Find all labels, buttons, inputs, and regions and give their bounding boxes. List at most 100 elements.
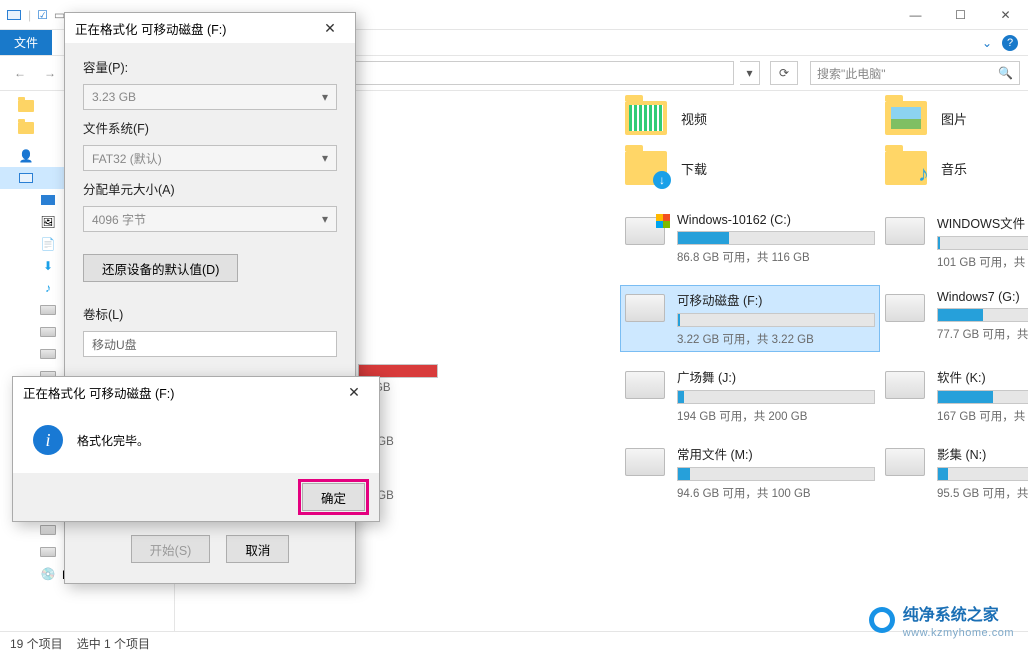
drive-name: Windows7 (G:)	[937, 290, 1028, 304]
filesystem-combo[interactable]: FAT32 (默认)	[83, 145, 337, 171]
capacity-text: 3.22 GB 可用，共 3.22 GB	[677, 331, 875, 347]
ribbon-collapse-icon[interactable]: ⌄	[982, 36, 992, 50]
capacity-bar	[937, 236, 1028, 250]
capacity-text: 167 GB 可用，共 230 GB	[937, 408, 1028, 424]
drive-name: 影集 (N:)	[937, 444, 1028, 463]
dialog-title: 正在格式化 可移动磁盘 (F:)	[23, 383, 174, 402]
pc-icon	[18, 170, 34, 186]
search-icon: 🔍	[998, 66, 1013, 80]
cancel-button[interactable]: 取消	[226, 535, 289, 563]
filesystem-label: 文件系统(F)	[83, 118, 337, 137]
allocation-label: 分配单元大小(A)	[83, 179, 337, 198]
ok-button[interactable]: 确定	[302, 483, 365, 511]
folder-label: 音乐	[941, 159, 967, 178]
folder-label: 视频	[681, 109, 707, 128]
dialog-message: 格式化完毕。	[77, 432, 149, 449]
volume-label-label: 卷标(L)	[83, 304, 337, 323]
drive-icon	[885, 217, 925, 245]
close-icon[interactable]: ✕	[339, 384, 369, 401]
drive-icon	[625, 448, 665, 476]
capacity-bar	[677, 467, 875, 481]
drive-name: Windows-10162 (C:)	[677, 213, 875, 227]
folder-pictures[interactable]: 图片	[885, 101, 1028, 135]
window-controls: — ☐ ✕	[893, 0, 1028, 30]
capacity-bar	[937, 308, 1028, 322]
volume-label-input[interactable]: 移动U盘	[83, 331, 337, 357]
capacity-text: 86.8 GB 可用，共 116 GB	[677, 249, 875, 265]
qat-check-icon[interactable]: ☑	[37, 8, 48, 22]
folder-icon	[885, 151, 927, 185]
address-dropdown[interactable]: ▾	[740, 61, 760, 85]
user-icon: 👤	[18, 148, 34, 164]
info-icon: i	[33, 425, 63, 455]
drive-k[interactable]: 软件 (K:) 167 GB 可用，共 230 GB	[885, 367, 1028, 424]
capacity-bar	[937, 467, 1028, 481]
drive-icon	[625, 294, 665, 322]
watermark-title: 纯净系统之家	[903, 601, 1014, 625]
folder-icon	[625, 101, 667, 135]
qat-divider: |	[28, 8, 31, 22]
capacity-text: 94.6 GB 可用，共 100 GB	[677, 485, 875, 501]
search-placeholder: 搜索"此电脑"	[817, 65, 886, 82]
folder-music[interactable]: 音乐	[885, 151, 1028, 185]
format-complete-dialog: 正在格式化 可移动磁盘 (F:) ✕ i 格式化完毕。 确定	[12, 376, 380, 522]
drive-n[interactable]: 影集 (N:) 95.5 GB 可用，共 100 GB	[885, 444, 1028, 501]
close-button[interactable]: ✕	[983, 0, 1028, 30]
folder-videos[interactable]: 视频	[625, 101, 875, 135]
watermark-url: www.kzmyhome.com	[903, 627, 1014, 639]
minimize-button[interactable]: —	[893, 0, 938, 30]
drive-name: 广场舞 (J:)	[677, 367, 875, 386]
drive-icon	[885, 371, 925, 399]
drive-name: 可移动磁盘 (F:)	[677, 290, 875, 309]
tab-file[interactable]: 文件	[0, 30, 52, 55]
drive-icon	[625, 217, 665, 245]
capacity-text: 101 GB 可用，共 101 GB	[937, 254, 1028, 270]
capacity-text: 194 GB 可用，共 200 GB	[677, 408, 875, 424]
watermark: 纯净系统之家 www.kzmyhome.com	[869, 601, 1014, 639]
start-button[interactable]: 开始(S)	[131, 535, 211, 563]
capacity-text: 95.5 GB 可用，共 100 GB	[937, 485, 1028, 501]
back-button[interactable]: ←	[8, 61, 32, 85]
drive-icon	[625, 371, 665, 399]
folder-downloads[interactable]: 下载	[625, 151, 875, 185]
dialog-title-bar[interactable]: 正在格式化 可移动磁盘 (F:) ✕	[65, 13, 355, 43]
help-icon[interactable]: ?	[1002, 35, 1018, 51]
drive-f[interactable]: 可移动磁盘 (F:) 3.22 GB 可用，共 3.22 GB	[621, 286, 879, 351]
folder-icon	[625, 151, 667, 185]
capacity-bar	[677, 313, 875, 327]
folder-label: 图片	[941, 109, 967, 128]
drive-g[interactable]: Windows7 (G:) 77.7 GB 可用，共 100 GB	[885, 290, 1028, 347]
drive-icon	[885, 294, 925, 322]
maximize-button[interactable]: ☐	[938, 0, 983, 30]
capacity-text: 77.7 GB 可用，共 100 GB	[937, 326, 1028, 342]
status-selected-count: 选中 1 个项目	[77, 635, 150, 652]
folder-label: 下载	[681, 159, 707, 178]
dvd-icon: 💿	[40, 566, 56, 582]
drive-d[interactable]: WINDOWS文件 (D:) 101 GB 可用，共 101 GB	[885, 213, 1028, 270]
dialog-title: 正在格式化 可移动磁盘 (F:)	[75, 19, 226, 38]
capacity-label: 容量(P):	[83, 57, 337, 76]
dialog-title-bar[interactable]: 正在格式化 可移动磁盘 (F:) ✕	[13, 377, 379, 407]
search-input[interactable]: 搜索"此电脑" 🔍	[810, 61, 1020, 85]
drive-j[interactable]: 广场舞 (J:) 194 GB 可用，共 200 GB	[625, 367, 875, 424]
close-icon[interactable]: ✕	[315, 20, 345, 37]
folder-icon	[885, 101, 927, 135]
pc-icon	[6, 7, 22, 23]
refresh-button[interactable]: ⟳	[770, 61, 798, 85]
drive-name: 常用文件 (M:)	[677, 444, 875, 463]
drive-name: WINDOWS文件 (D:)	[937, 213, 1028, 232]
allocation-combo[interactable]: 4096 字节	[83, 206, 337, 232]
capacity-bar	[677, 231, 875, 245]
restore-defaults-button[interactable]: 还原设备的默认值(D)	[83, 254, 238, 282]
forward-button[interactable]: →	[38, 61, 62, 85]
drive-m[interactable]: 常用文件 (M:) 94.6 GB 可用，共 100 GB	[625, 444, 875, 501]
capacity-bar	[937, 390, 1028, 404]
status-item-count: 19 个项目	[10, 635, 63, 652]
watermark-icon	[869, 607, 895, 633]
drive-c[interactable]: Windows-10162 (C:) 86.8 GB 可用，共 116 GB	[625, 213, 875, 270]
capacity-bar	[677, 390, 875, 404]
drive-icon	[885, 448, 925, 476]
drive-name: 软件 (K:)	[937, 367, 1028, 386]
capacity-combo[interactable]: 3.23 GB	[83, 84, 337, 110]
dialog-body: i 格式化完毕。	[13, 407, 379, 473]
